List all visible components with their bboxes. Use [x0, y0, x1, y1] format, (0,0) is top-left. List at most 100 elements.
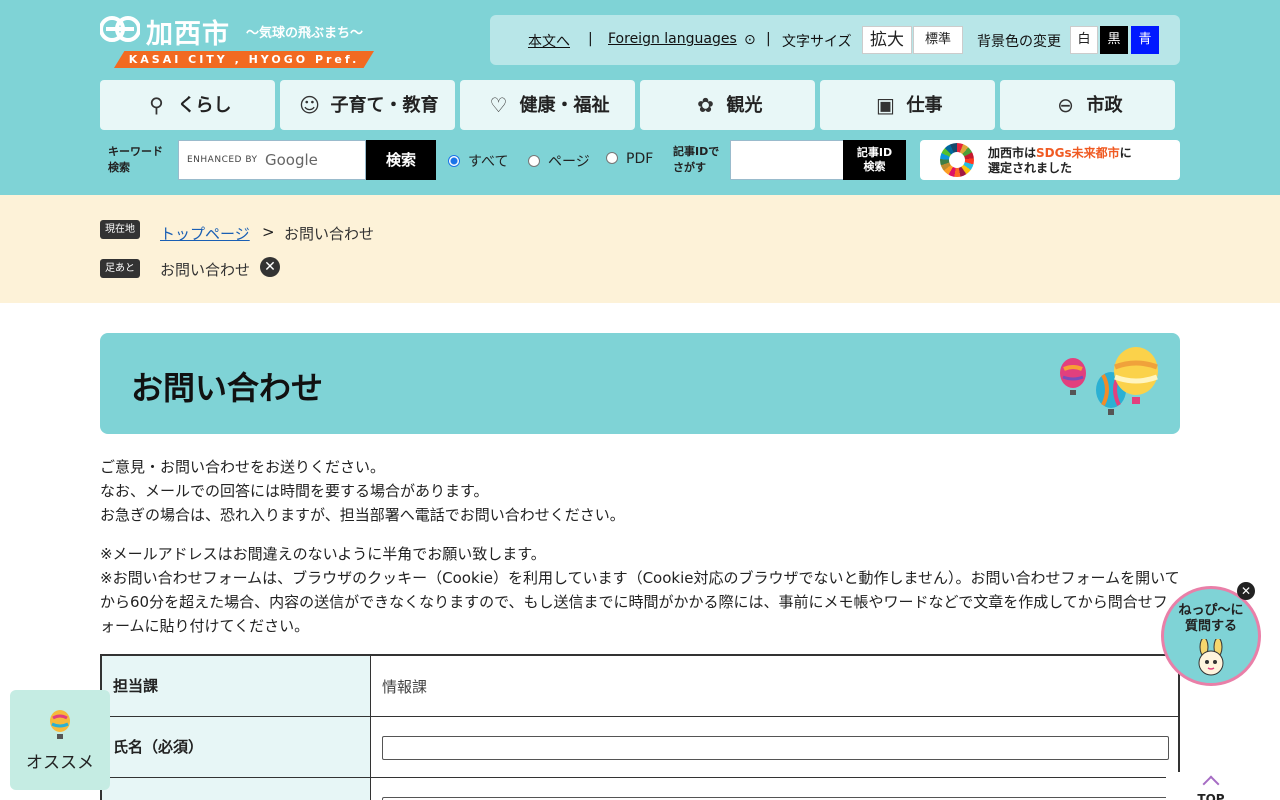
lightbulb-icon: ⚲ [149, 93, 164, 117]
nav-item-kenko[interactable]: ♡ 健康・福祉 [460, 80, 635, 130]
nav-label: 観光 [726, 95, 763, 116]
radio-dot[interactable] [606, 152, 618, 164]
article-id-input[interactable] [730, 140, 844, 180]
form-row-next [102, 778, 1178, 800]
close-icon[interactable]: ✕ [1237, 582, 1255, 600]
recommend-button[interactable]: オススメ [10, 690, 110, 790]
nav-item-shisei[interactable]: ⊖ 市政 [1000, 80, 1175, 130]
close-icon[interactable]: ✕ [260, 257, 280, 277]
recommend-label: オススメ [26, 753, 94, 773]
chevron-circle-down-icon[interactable]: ⊙ [744, 32, 756, 48]
google-text: Google [265, 151, 318, 169]
briefcase-icon: ▣ [876, 93, 895, 117]
back-to-top-button[interactable]: TOP [1166, 772, 1256, 800]
notes-text: ※メールアドレスはお間違えのないように半角でお願い致します。 ※お問い合わせフォ… [100, 542, 1180, 638]
font-size-label: 文字サイズ [782, 34, 852, 50]
sdgs-text-b: に [1119, 146, 1132, 160]
nav-label: 健康・福祉 [519, 95, 610, 116]
id-label-line: さがす [673, 161, 706, 174]
id-button-line: 記事ID [856, 146, 893, 159]
radio-page[interactable]: ページ [528, 151, 590, 171]
bg-blue-button[interactable]: 青 [1131, 26, 1159, 54]
nav-item-kanko[interactable]: ✿ 観光 [640, 80, 815, 130]
note-line: ※お問い合わせフォームは、ブラウザのクッキー（Cookie）を利用しています（C… [100, 569, 1180, 635]
radio-label: PDF [626, 151, 654, 167]
radio-dot[interactable] [448, 155, 460, 167]
tulip-icon: ✿ [697, 93, 714, 117]
bg-white-button[interactable]: 白 [1070, 26, 1098, 54]
radio-dot[interactable] [528, 155, 540, 167]
intro-text: ご意見・お問い合わせをお送りください。 なお、メールでの回答には時間を要する場合… [100, 455, 1180, 527]
radio-label: ページ [548, 154, 590, 170]
radio-pdf[interactable]: PDF [606, 151, 653, 167]
intro-line: お急ぎの場合は、恐れ入りますが、担当部署へ電話でお問い合わせください。 [100, 506, 625, 524]
nav-item-kosodate[interactable]: ☺ 子育て・教育 [280, 80, 455, 130]
hot-air-balloon-icon [1060, 347, 1158, 415]
sdgs-text-a: 加西市は [988, 146, 1037, 160]
logo-city-name: 加西市 [146, 19, 230, 50]
parent-child-icon: ☺ [299, 93, 320, 117]
sdgs-banner[interactable]: 加西市はSDGs未来都市に 選定されました [920, 140, 1180, 180]
intro-line: ご意見・お問い合わせをお送りください。 [100, 458, 386, 476]
city-logo-icon: ⊖ [1057, 93, 1074, 117]
article-id-label: 記事IDで さがす [673, 144, 719, 176]
keyword-label-line: 検索 [108, 161, 130, 174]
nav-label: 市政 [1086, 95, 1123, 116]
dept-label: 担当課 [102, 656, 371, 716]
nav-label: くらし [177, 95, 232, 116]
divider: | [588, 31, 593, 47]
name-label: 氏名（必須） [102, 717, 371, 777]
bg-color-label: 背景色の変更 [977, 34, 1061, 50]
sdgs-text-highlight: SDGs未来都市 [1036, 146, 1120, 160]
logo-tagline: 〜気球の飛ぶまち〜 [246, 26, 364, 41]
page-title-box: お問い合わせ [100, 333, 1180, 434]
search-input[interactable]: ENHANCED BY Google [178, 140, 366, 180]
name-field[interactable] [382, 736, 1169, 760]
enhanced-by-text: ENHANCED BY [187, 155, 258, 165]
breadcrumb-separator: > [262, 223, 275, 241]
logo-band: KASAI CITY , HYOGO Pref. [114, 51, 374, 68]
font-size-large-button[interactable]: 拡大 [862, 26, 912, 54]
bg-black-button[interactable]: 黒 [1100, 26, 1128, 54]
dept-value: 情報課 [382, 678, 428, 696]
history-item[interactable]: お問い合わせ [160, 259, 250, 280]
radio-all[interactable]: すべて [448, 151, 508, 171]
nav-label: 仕事 [906, 95, 943, 116]
sdgs-text-line2: 選定されました [988, 161, 1073, 175]
global-nav: ⚲ くらし ☺ 子育て・教育 ♡ 健康・福祉 ✿ 観光 ▣ 仕事 ⊖ 市政 [100, 80, 1180, 130]
search-button[interactable]: 検索 [366, 140, 436, 180]
keyword-label-line: キーワード [108, 145, 163, 158]
skip-to-content-link[interactable]: 本文へ [528, 31, 570, 51]
chatbot-line: 質問する [1184, 619, 1237, 634]
article-id-search-button[interactable]: 記事ID 検索 [843, 140, 906, 180]
form-row-dept: 担当課 情報課 [102, 656, 1178, 717]
kasai-logo-mark-icon [100, 16, 140, 42]
chatbot-text: ねっぴ〜に 質問する [1164, 603, 1258, 635]
nav-label: 子育て・教育 [330, 95, 439, 116]
note-line: ※メールアドレスはお間違えのないように半角でお願い致します。 [100, 545, 546, 563]
chatbot-line: ねっぴ〜に [1178, 603, 1244, 618]
font-size-normal-button[interactable]: 標準 [913, 26, 963, 54]
divider: | [766, 31, 771, 47]
foreign-languages-link[interactable]: Foreign languages [608, 31, 737, 47]
next-label [102, 778, 371, 800]
chatbot-button[interactable]: ねっぴ〜に 質問する [1161, 586, 1261, 686]
hot-air-balloon-icon [50, 710, 70, 739]
intro-line: なお、メールでの回答には時間を要する場合があります。 [100, 482, 489, 500]
breadcrumb-top-link[interactable]: トップページ [160, 223, 250, 244]
breadcrumb-current: お問い合わせ [284, 225, 375, 243]
nav-item-shigoto[interactable]: ▣ 仕事 [820, 80, 995, 130]
keyword-search-label: キーワード 検索 [108, 144, 163, 176]
current-location-badge: 現在地 [100, 220, 140, 239]
id-button-line: 検索 [863, 160, 886, 173]
site-logo[interactable]: 加西市 〜気球の飛ぶまち〜 KASAI CITY , HYOGO Pref. [100, 14, 375, 68]
contact-form: 担当課 情報課 氏名（必須） [100, 654, 1180, 800]
search-row: キーワード 検索 ENHANCED BY Google 検索 すべて ページ P… [100, 140, 1180, 180]
site-header: 加西市 〜気球の飛ぶまち〜 KASAI CITY , HYOGO Pref. 本… [0, 0, 1280, 195]
history-badge: 足あと [100, 259, 140, 278]
page-title: お問い合わせ [131, 369, 324, 407]
nav-item-kurashi[interactable]: ⚲ くらし [100, 80, 275, 130]
breadcrumb: 現在地 トップページ > お問い合わせ 足あと お問い合わせ ✕ [0, 195, 1280, 303]
chevron-up-icon [1202, 775, 1220, 793]
form-row-name: 氏名（必須） [102, 717, 1178, 778]
